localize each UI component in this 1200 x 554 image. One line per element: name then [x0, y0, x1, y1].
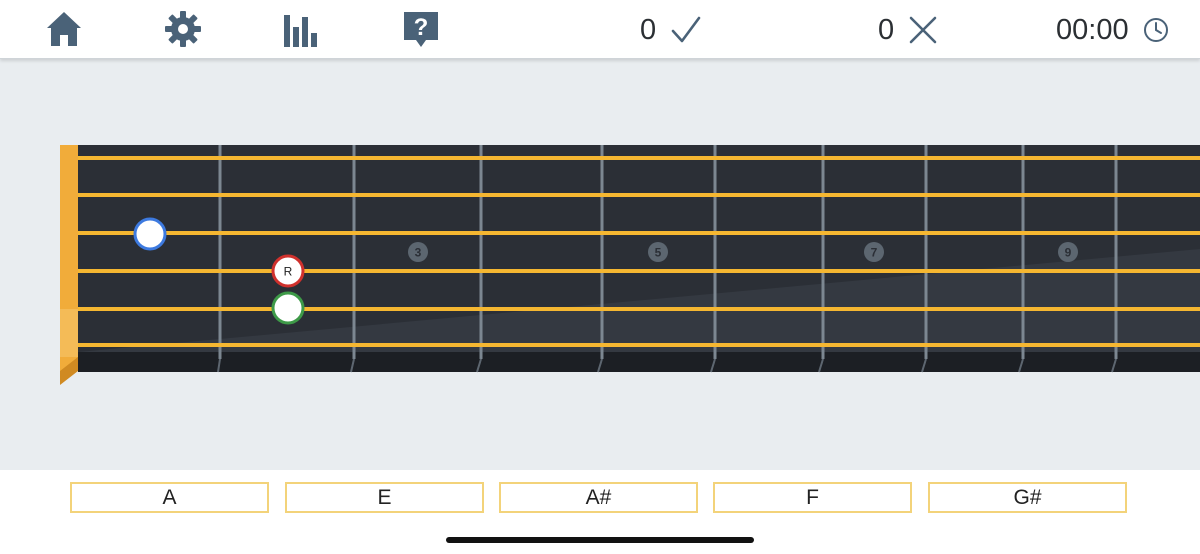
fret-marker-9: 9 — [1058, 242, 1078, 262]
home-icon — [47, 12, 81, 46]
stats-icon — [284, 15, 317, 47]
timer-value: 00:00 — [1056, 13, 1129, 46]
answer-button-e[interactable]: E — [285, 482, 484, 513]
top-toolbar: ? 0 0 00:00 — [0, 0, 1200, 59]
help-icon: ? — [404, 12, 438, 47]
correct-count: 0 — [640, 13, 657, 46]
string-4 — [78, 269, 1200, 273]
cross-icon — [909, 16, 937, 44]
fret-marker-7: 7 — [864, 242, 884, 262]
help-button[interactable]: ? — [401, 9, 441, 49]
string-3 — [78, 231, 1200, 235]
svg-text:3: 3 — [415, 246, 422, 260]
root-note-marker: R — [271, 254, 305, 288]
svg-text:5: 5 — [655, 246, 662, 260]
answer-bar: A E A# F G# — [0, 470, 1200, 554]
nut-highlight — [60, 309, 78, 357]
correct-counter: 0 — [640, 10, 702, 50]
wrong-count: 0 — [878, 13, 895, 46]
fret-marker-5: 5 — [648, 242, 668, 262]
answer-button-g-sharp[interactable]: G# — [928, 482, 1127, 513]
root-label: R — [284, 265, 293, 279]
timer: 00:00 — [1056, 10, 1169, 50]
fret-marker-3: 3 — [408, 242, 428, 262]
wrong-counter: 0 — [878, 10, 938, 50]
answer-button-f[interactable]: F — [713, 482, 912, 513]
fretboard-edge — [78, 351, 1200, 372]
string-2 — [78, 193, 1200, 197]
open-string-marker[interactable] — [133, 217, 167, 251]
svg-text:?: ? — [414, 14, 429, 41]
gear-icon — [165, 11, 201, 47]
answer-button-a-sharp[interactable]: A# — [499, 482, 698, 513]
settings-button[interactable] — [163, 9, 203, 49]
string-6 — [78, 343, 1200, 347]
answer-button-a[interactable]: A — [70, 482, 269, 513]
checkmark-icon — [671, 16, 701, 43]
fretboard: 3 5 7 9 R — [60, 145, 1200, 385]
string-5 — [78, 307, 1200, 311]
home-button[interactable] — [44, 9, 84, 49]
string-1 — [78, 156, 1200, 160]
clock-icon — [1143, 18, 1168, 42]
statistics-button[interactable] — [282, 9, 322, 49]
svg-text:7: 7 — [871, 246, 878, 260]
target-note-marker[interactable] — [271, 291, 305, 325]
svg-text:9: 9 — [1065, 246, 1072, 260]
home-indicator[interactable] — [446, 537, 754, 543]
fretboard-area: 3 5 7 9 R — [0, 59, 1200, 470]
